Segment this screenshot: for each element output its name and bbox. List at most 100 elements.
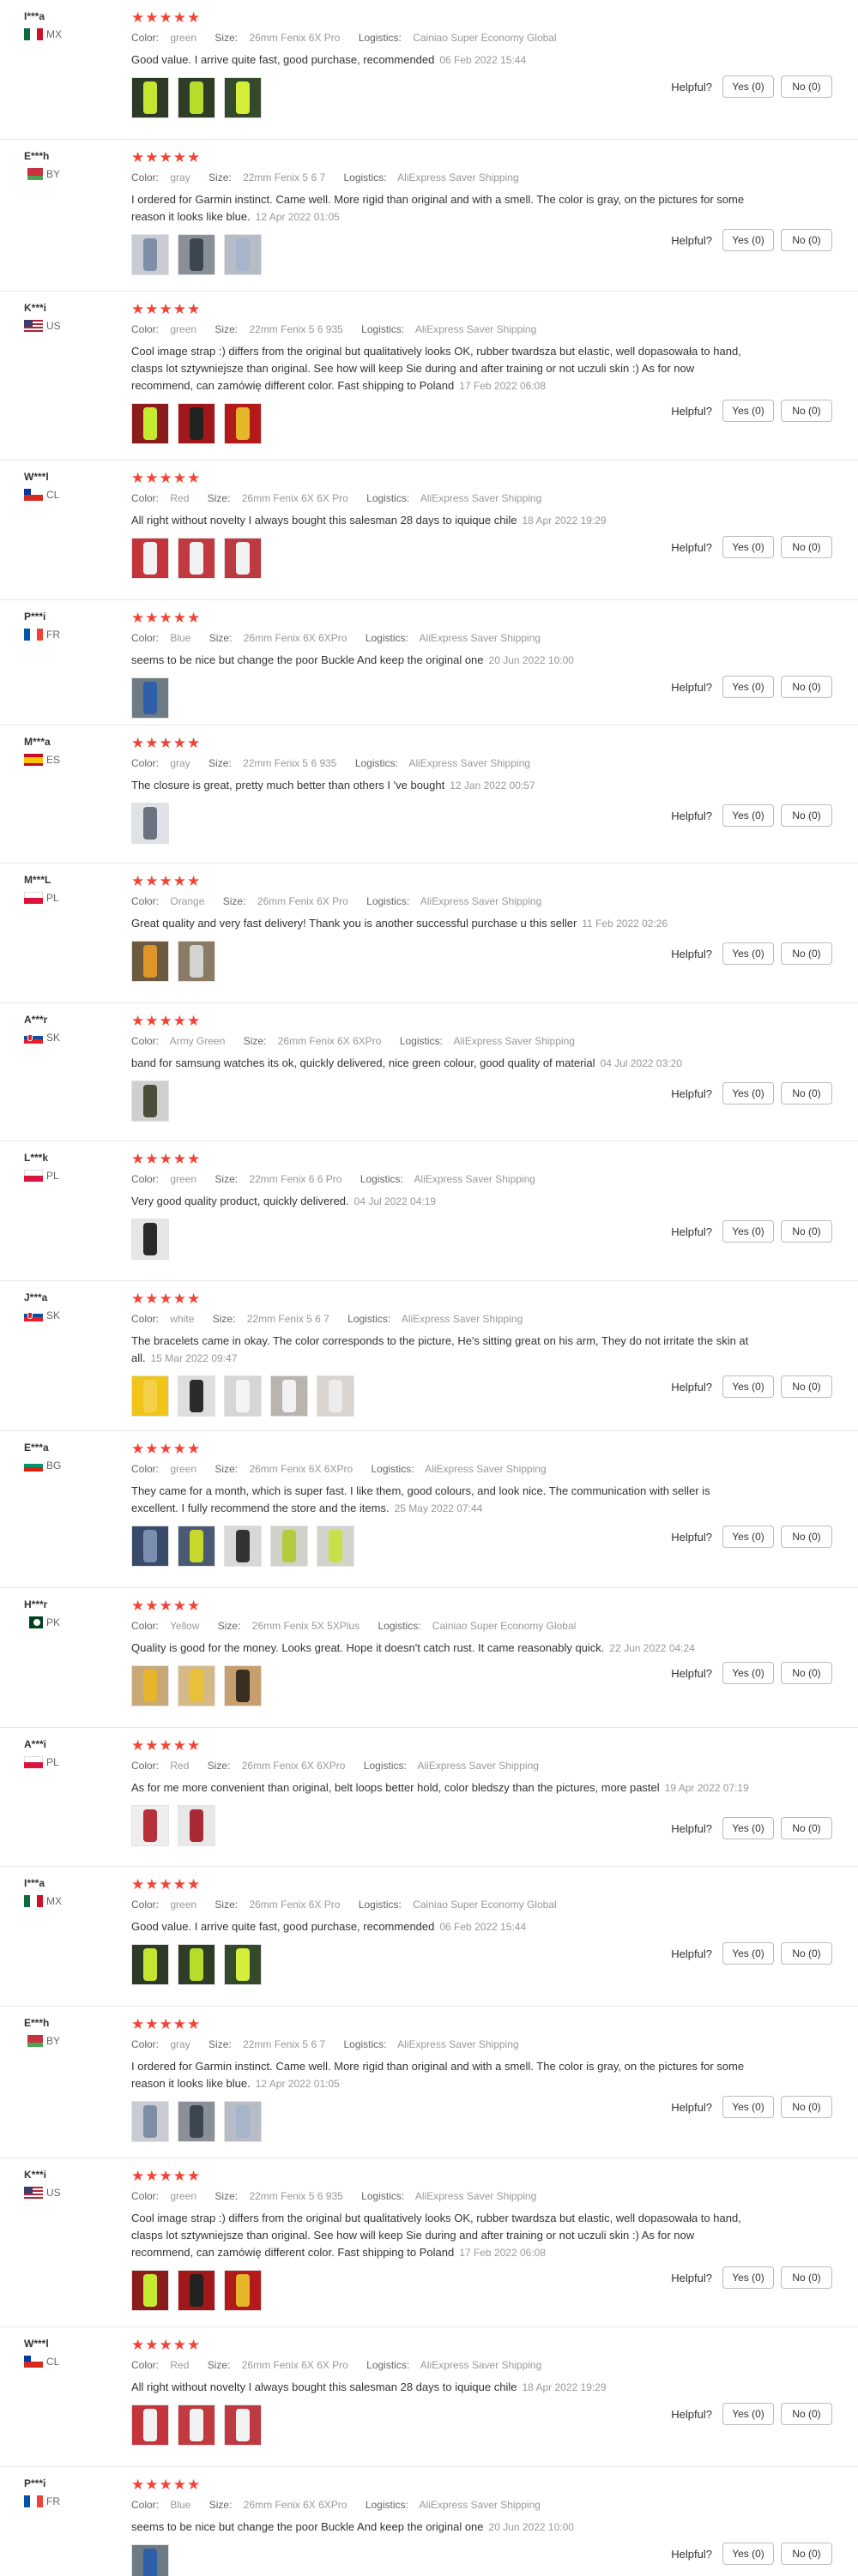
review-photo[interactable] (270, 1375, 308, 1417)
review-photo[interactable] (131, 1944, 169, 1985)
helpful-no-button[interactable]: No (0) (781, 804, 832, 827)
review-photo[interactable] (131, 234, 169, 275)
helpful-no-button[interactable]: No (0) (781, 676, 832, 698)
review-photo[interactable] (224, 77, 262, 118)
helpful-yes-button[interactable]: Yes (0) (722, 1082, 774, 1104)
review-text-block: I ordered for Garmin instinct. Came well… (131, 191, 749, 226)
helpful-yes-button[interactable]: Yes (0) (722, 804, 774, 827)
helpful-no-button[interactable]: No (0) (781, 1220, 832, 1243)
review-photo[interactable] (224, 2404, 262, 2446)
review-photo[interactable] (131, 403, 169, 444)
review-photo[interactable] (131, 1805, 169, 1846)
review-photo[interactable] (131, 2270, 169, 2311)
helpful-no-button[interactable]: No (0) (781, 1375, 832, 1398)
helpful-yes-button[interactable]: Yes (0) (722, 75, 774, 98)
helpful-no-button[interactable]: No (0) (781, 2266, 832, 2289)
review-photo[interactable] (224, 538, 262, 579)
helpful-no-button[interactable]: No (0) (781, 75, 832, 98)
review-photo[interactable] (178, 538, 215, 579)
color-value: Red (170, 1760, 190, 1772)
review-photo[interactable] (178, 1805, 215, 1846)
review-photo[interactable] (131, 1526, 169, 1567)
review-photo[interactable] (131, 1219, 169, 1260)
helpful-no-button[interactable]: No (0) (781, 1817, 832, 1839)
helpful-yes-button[interactable]: Yes (0) (722, 1942, 774, 1965)
review-photo[interactable] (224, 2101, 262, 2142)
helpful-no-button[interactable]: No (0) (781, 2543, 832, 2565)
review-photo[interactable] (178, 77, 215, 118)
review-photo[interactable] (178, 941, 215, 982)
review-photo[interactable] (131, 1665, 169, 1706)
review-photo[interactable] (178, 1665, 215, 1706)
review-photo[interactable] (131, 803, 169, 844)
helpful-yes-button[interactable]: Yes (0) (722, 2403, 774, 2425)
review-photo[interactable] (131, 941, 169, 982)
helpful-no-button[interactable]: No (0) (781, 229, 832, 251)
helpful-yes-button[interactable]: Yes (0) (722, 2543, 774, 2565)
review-photo[interactable] (178, 2404, 215, 2446)
review-photo[interactable] (131, 77, 169, 118)
review-photo[interactable] (131, 2101, 169, 2142)
review-content: ★★★★★ Color: Yellow Size: 26mm Fenix 5X … (131, 1598, 749, 1715)
review-photo[interactable] (317, 1526, 354, 1567)
helpful-no-button[interactable]: No (0) (781, 942, 832, 965)
review-photo[interactable] (224, 1665, 262, 1706)
helpful-yes-button[interactable]: Yes (0) (722, 2266, 774, 2289)
review-photo[interactable] (224, 1375, 262, 1417)
helpful-yes-button[interactable]: Yes (0) (722, 1662, 774, 1684)
review-photo[interactable] (270, 1526, 308, 1567)
review-photo[interactable] (131, 2404, 169, 2446)
size-value: 26mm Fenix 6X 6XPro (277, 1035, 382, 1047)
review-photo[interactable] (317, 1375, 354, 1417)
review-photo[interactable] (131, 538, 169, 579)
helpful-yes-button[interactable]: Yes (0) (722, 1817, 774, 1839)
review-photo[interactable] (178, 2101, 215, 2142)
helpful-yes-button[interactable]: Yes (0) (722, 676, 774, 698)
review-photo[interactable] (224, 403, 262, 444)
review-photo[interactable] (178, 234, 215, 275)
review-photo[interactable] (131, 2544, 169, 2576)
color-value: Blue (170, 2499, 191, 2511)
review-photo[interactable] (131, 1080, 169, 1122)
review-photo[interactable] (224, 2270, 262, 2311)
logistics-label: Logistics: (358, 32, 402, 44)
review-photo[interactable] (178, 1526, 215, 1567)
logistics-value: AliExpress Saver Shipping (453, 1035, 575, 1047)
helpful-yes-button[interactable]: Yes (0) (722, 536, 774, 558)
review-photo[interactable] (178, 2270, 215, 2311)
helpful-yes-button[interactable]: Yes (0) (722, 1375, 774, 1398)
review-photo[interactable] (131, 677, 169, 719)
review-photo[interactable] (224, 1944, 262, 1985)
review-photo[interactable] (224, 1526, 262, 1567)
helpful-no-button[interactable]: No (0) (781, 1082, 832, 1104)
logistics-label: Logistics: (354, 757, 398, 769)
review-photo[interactable] (178, 1944, 215, 1985)
helpful-no-button[interactable]: No (0) (781, 1942, 832, 1965)
helpful-yes-button[interactable]: Yes (0) (722, 2096, 774, 2118)
helpful-no-button[interactable]: No (0) (781, 2096, 832, 2118)
color-label: Color: (131, 895, 160, 907)
size-value: 22mm Fenix 5 6 935 (249, 323, 343, 335)
helpful-yes-button[interactable]: Yes (0) (722, 1526, 774, 1548)
review-photo[interactable] (131, 1375, 169, 1417)
star-rating: ★★★★★ (131, 470, 202, 486)
sku-info: Color: Red Size: 26mm Fenix 6X 6X Pro Lo… (131, 491, 749, 505)
logistics-label: Logistics: (365, 2499, 408, 2511)
helpful-yes-button[interactable]: Yes (0) (722, 400, 774, 422)
review-content: ★★★★★ Color: Blue Size: 26mm Fenix 6X 6X… (131, 611, 749, 727)
helpful-no-button[interactable]: No (0) (781, 1662, 832, 1684)
country-flag-icon (24, 2035, 43, 2047)
star-rating: ★★★★★ (131, 1441, 202, 1457)
size-value: 22mm Fenix 5 6 935 (249, 2190, 343, 2202)
helpful-no-button[interactable]: No (0) (781, 400, 832, 422)
helpful-yes-button[interactable]: Yes (0) (722, 942, 774, 965)
helpful-no-button[interactable]: No (0) (781, 536, 832, 558)
review-photo[interactable] (178, 1375, 215, 1417)
helpful-yes-button[interactable]: Yes (0) (722, 229, 774, 251)
review-photo[interactable] (224, 234, 262, 275)
helpful-no-button[interactable]: No (0) (781, 1526, 832, 1548)
helpful-no-button[interactable]: No (0) (781, 2403, 832, 2425)
color-value: gray (170, 2038, 190, 2050)
helpful-yes-button[interactable]: Yes (0) (722, 1220, 774, 1243)
review-photo[interactable] (178, 403, 215, 444)
